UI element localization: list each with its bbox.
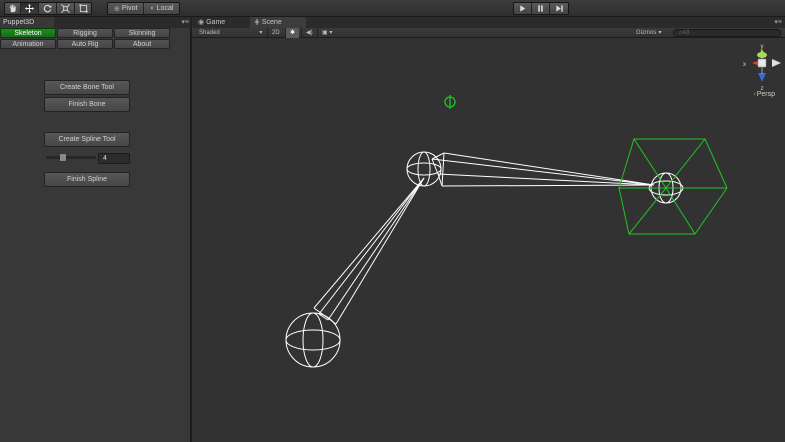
tab-scene-label: Scene (261, 19, 282, 26)
local-icon: ◐ (150, 5, 155, 12)
rotate-tool-button[interactable] (39, 3, 57, 14)
tab-rigging[interactable]: Rigging (57, 28, 113, 38)
gizmos-dropdown[interactable]: Gizmos ▾ (636, 28, 661, 38)
tab-game-label: Game (206, 19, 226, 26)
step-icon (555, 5, 563, 12)
persp-label: Persp (756, 91, 775, 98)
scene-grid-icon: ⋕ (254, 19, 260, 26)
spline-count-slider[interactable] (46, 156, 96, 159)
finish-bone-button[interactable]: Finish Bone (44, 97, 130, 112)
sun-icon: ✱ (290, 30, 296, 36)
rect-tool-button[interactable] (75, 3, 91, 14)
rotate-icon (43, 4, 52, 13)
local-label: Local (156, 5, 174, 12)
orientation-gizmo[interactable]: y x z (743, 44, 781, 92)
lighting-toggle[interactable]: ✱ (285, 28, 300, 38)
play-icon (520, 5, 526, 12)
perspective-toggle[interactable]: ‹Persp (753, 91, 775, 98)
scene-tab-bar: ◉ Game ⋕ Scene ▾≡ (192, 17, 785, 28)
play-button[interactable] (514, 3, 532, 14)
game-icon: ◉ (198, 19, 205, 26)
pivot-icon: ⊕ (114, 5, 120, 13)
puppet3d-panel: Puppet3D ▾≡ Skeleton Rigging Skinning An… (0, 17, 191, 442)
audio-toggle[interactable]: ◀) (301, 28, 317, 38)
rect-icon (78, 4, 88, 13)
hand-icon (9, 4, 16, 13)
main-toolbar: ⊕ Pivot ◐ Local (0, 0, 785, 17)
create-bone-tool-button[interactable]: Create Bone Tool (44, 80, 130, 95)
perspective-icon: ‹ (753, 91, 756, 98)
image-icon: ▣ ▾ (322, 30, 333, 36)
scene-control-bar: Shaded ▾ 2D ✱ ◀) ▣ ▾ Gizmos ▾ ⌕All (192, 28, 785, 38)
pivot-label: Pivot (121, 5, 138, 12)
tab-skinning[interactable]: Skinning (114, 28, 170, 38)
scene-menu-icon[interactable]: ▾≡ (774, 18, 782, 26)
shading-mode-dropdown[interactable]: Shaded ▾ (199, 28, 262, 38)
hand-tool-button[interactable] (5, 3, 21, 14)
move-tool-button[interactable] (21, 3, 39, 14)
shading-mode-label: Shaded (199, 30, 220, 36)
speaker-icon: ◀) (306, 30, 313, 36)
pause-button[interactable] (532, 3, 550, 14)
base-joint-sphere[interactable] (285, 312, 341, 368)
tab-skeleton[interactable]: Skeleton (0, 28, 56, 38)
scene-viewport[interactable]: y x z ‹Persp (192, 38, 785, 442)
spline-count-slider-thumb[interactable] (60, 154, 66, 161)
panel-tab-bar: Puppet3D ▾≡ (0, 17, 191, 28)
finish-spline-button[interactable]: Finish Spline (44, 172, 130, 187)
scale-icon (61, 4, 70, 13)
axis-x-label: x (743, 62, 746, 68)
panel-title-tab[interactable]: Puppet3D (0, 17, 54, 28)
move-icon (25, 4, 34, 13)
spline-count-field[interactable]: 4 (98, 153, 130, 164)
pause-icon (538, 5, 543, 12)
scene-canvas: y x z (285, 44, 781, 368)
local-toggle[interactable]: ◐ Local (144, 3, 180, 14)
scene-search-input[interactable]: ⌕All (673, 29, 781, 37)
gizmos-label: Gizmos (636, 30, 657, 36)
search-placeholder: All (682, 30, 690, 36)
scale-tool-button[interactable] (57, 3, 75, 14)
pivot-local-toggles: ⊕ Pivot ◐ Local (107, 2, 181, 15)
chevron-down-icon: ▾ (658, 30, 662, 36)
tab-about[interactable]: About (114, 39, 170, 49)
chevron-down-icon: ▾ (259, 30, 263, 36)
effects-dropdown[interactable]: ▣ ▾ (317, 28, 336, 38)
tab-animation[interactable]: Animation (0, 39, 56, 49)
playback-controls (513, 2, 569, 15)
mode-2d-toggle[interactable]: 2D (267, 28, 284, 38)
step-button[interactable] (550, 3, 568, 14)
lower-bone-wireframe[interactable] (313, 177, 425, 325)
tab-scene[interactable]: ⋕ Scene (250, 17, 306, 28)
tab-auto-rig[interactable]: Auto Rig (57, 39, 113, 49)
tab-game[interactable]: ◉ Game (194, 17, 248, 28)
create-spline-tool-button[interactable]: Create Spline Tool (44, 132, 130, 147)
pivot-gizmo[interactable] (444, 95, 456, 109)
panel-menu-icon[interactable]: ▾≡ (181, 18, 189, 26)
axis-y-label: y (761, 44, 764, 50)
pivot-toggle[interactable]: ⊕ Pivot (108, 3, 145, 14)
transform-tools (4, 2, 92, 15)
